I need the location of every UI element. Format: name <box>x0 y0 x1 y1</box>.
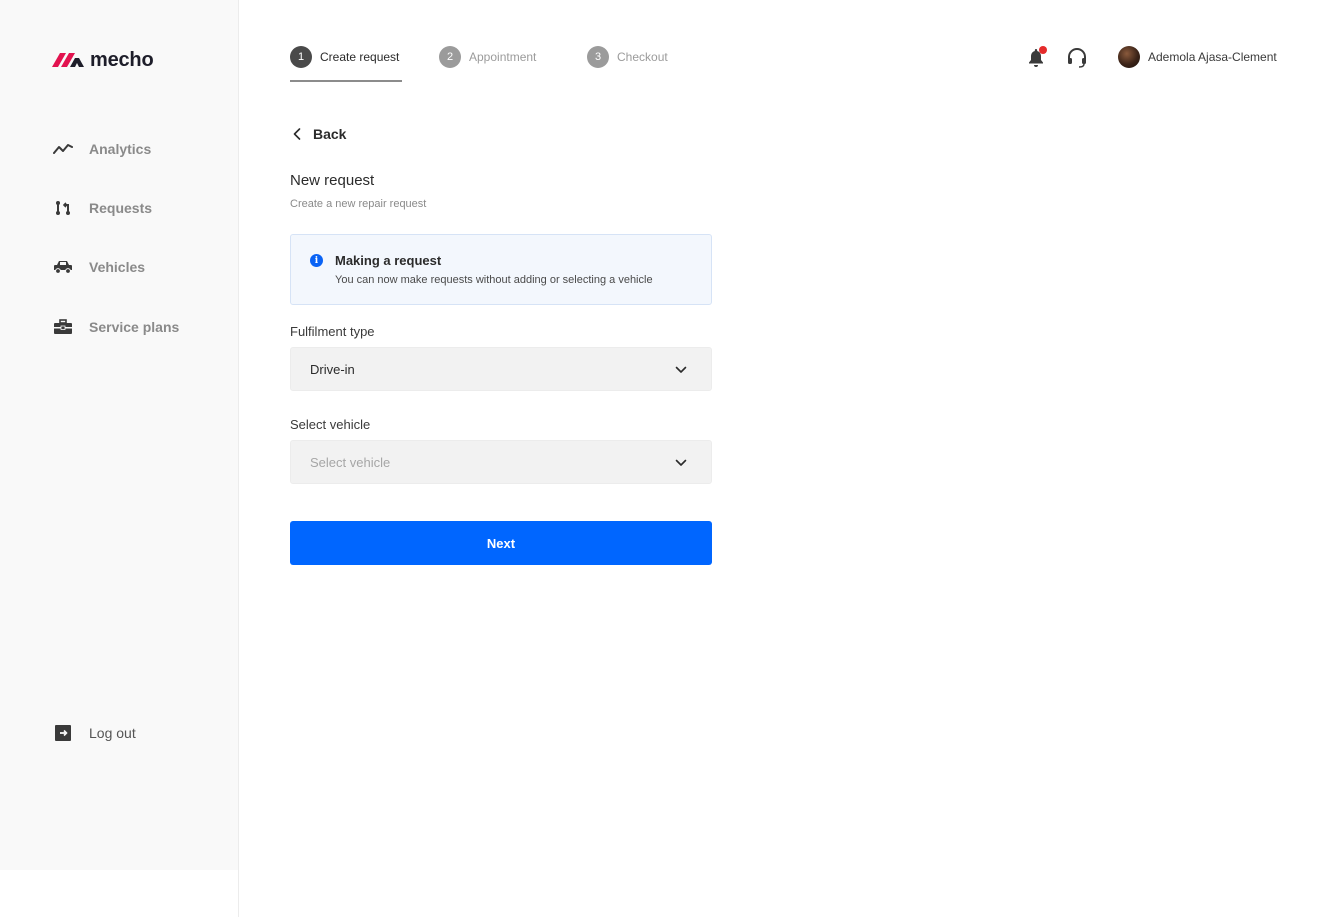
sidebar-item-analytics[interactable]: Analytics <box>52 137 151 161</box>
back-label: Back <box>313 126 347 142</box>
mecho-logo-icon <box>52 53 84 67</box>
notification-dot <box>1039 46 1047 54</box>
sidebar-item-label: Requests <box>89 200 153 216</box>
requests-icon <box>52 197 74 219</box>
sidebar-item-logout[interactable]: Log out <box>52 721 136 745</box>
page-title: New request <box>290 172 375 189</box>
step-appointment[interactable]: 2 Appointment <box>439 46 536 68</box>
car-icon <box>52 256 74 278</box>
sidebar-item-requests[interactable]: Requests <box>52 196 152 220</box>
logout-icon <box>52 722 74 744</box>
back-button[interactable]: Back <box>293 124 346 144</box>
notifications-button[interactable] <box>1027 46 1047 68</box>
support-button[interactable] <box>1066 46 1088 68</box>
chevron-down-icon <box>675 459 687 466</box>
user-name[interactable]: Ademola Ajasa-Clement <box>1148 50 1277 64</box>
step-checkout[interactable]: 3 Checkout <box>587 46 668 68</box>
logo-text: mecho <box>90 48 154 71</box>
step-number: 2 <box>439 46 461 68</box>
avatar[interactable] <box>1118 46 1140 68</box>
step-label: Create request <box>320 50 400 64</box>
sidebar-item-label: Log out <box>89 725 136 741</box>
notice-text: You can now make requests without adding… <box>335 274 653 286</box>
notice-title: Making a request <box>335 253 442 268</box>
sidebar-item-label: Analytics <box>89 141 152 157</box>
step-create-request[interactable]: 1 Create request <box>290 46 399 68</box>
next-button[interactable]: Next <box>290 521 712 565</box>
sidebar-item-vehicles[interactable]: Vehicles <box>52 255 145 279</box>
step-label: Appointment <box>469 50 537 64</box>
logo[interactable]: mecho <box>52 48 154 72</box>
sidebar-divider <box>238 0 239 917</box>
fulfilment-type-label: Fulfilment type <box>290 324 375 339</box>
sidebar-item-service-plans[interactable]: Service plans <box>52 315 179 339</box>
fulfilment-type-value: Drive-in <box>310 361 355 377</box>
select-vehicle-select[interactable]: Select vehicle <box>290 440 712 484</box>
info-icon: i <box>310 254 323 267</box>
sidebar-item-label: Service plans <box>89 319 180 335</box>
chevron-left-icon <box>293 128 301 140</box>
active-step-indicator <box>290 80 402 82</box>
analytics-icon <box>52 138 74 160</box>
select-vehicle-placeholder: Select vehicle <box>310 454 391 470</box>
info-notice: i Making a request You can now make requ… <box>290 234 712 305</box>
step-number: 3 <box>587 46 609 68</box>
step-number: 1 <box>290 46 312 68</box>
sidebar-item-label: Vehicles <box>89 259 146 275</box>
headset-icon <box>1068 48 1086 68</box>
fulfilment-type-select[interactable]: Drive-in <box>290 347 712 391</box>
chevron-down-icon <box>675 366 687 373</box>
page-subtitle: Create a new repair request <box>290 198 427 210</box>
step-label: Checkout <box>617 50 668 64</box>
toolbox-icon <box>52 316 74 338</box>
select-vehicle-label: Select vehicle <box>290 417 371 432</box>
